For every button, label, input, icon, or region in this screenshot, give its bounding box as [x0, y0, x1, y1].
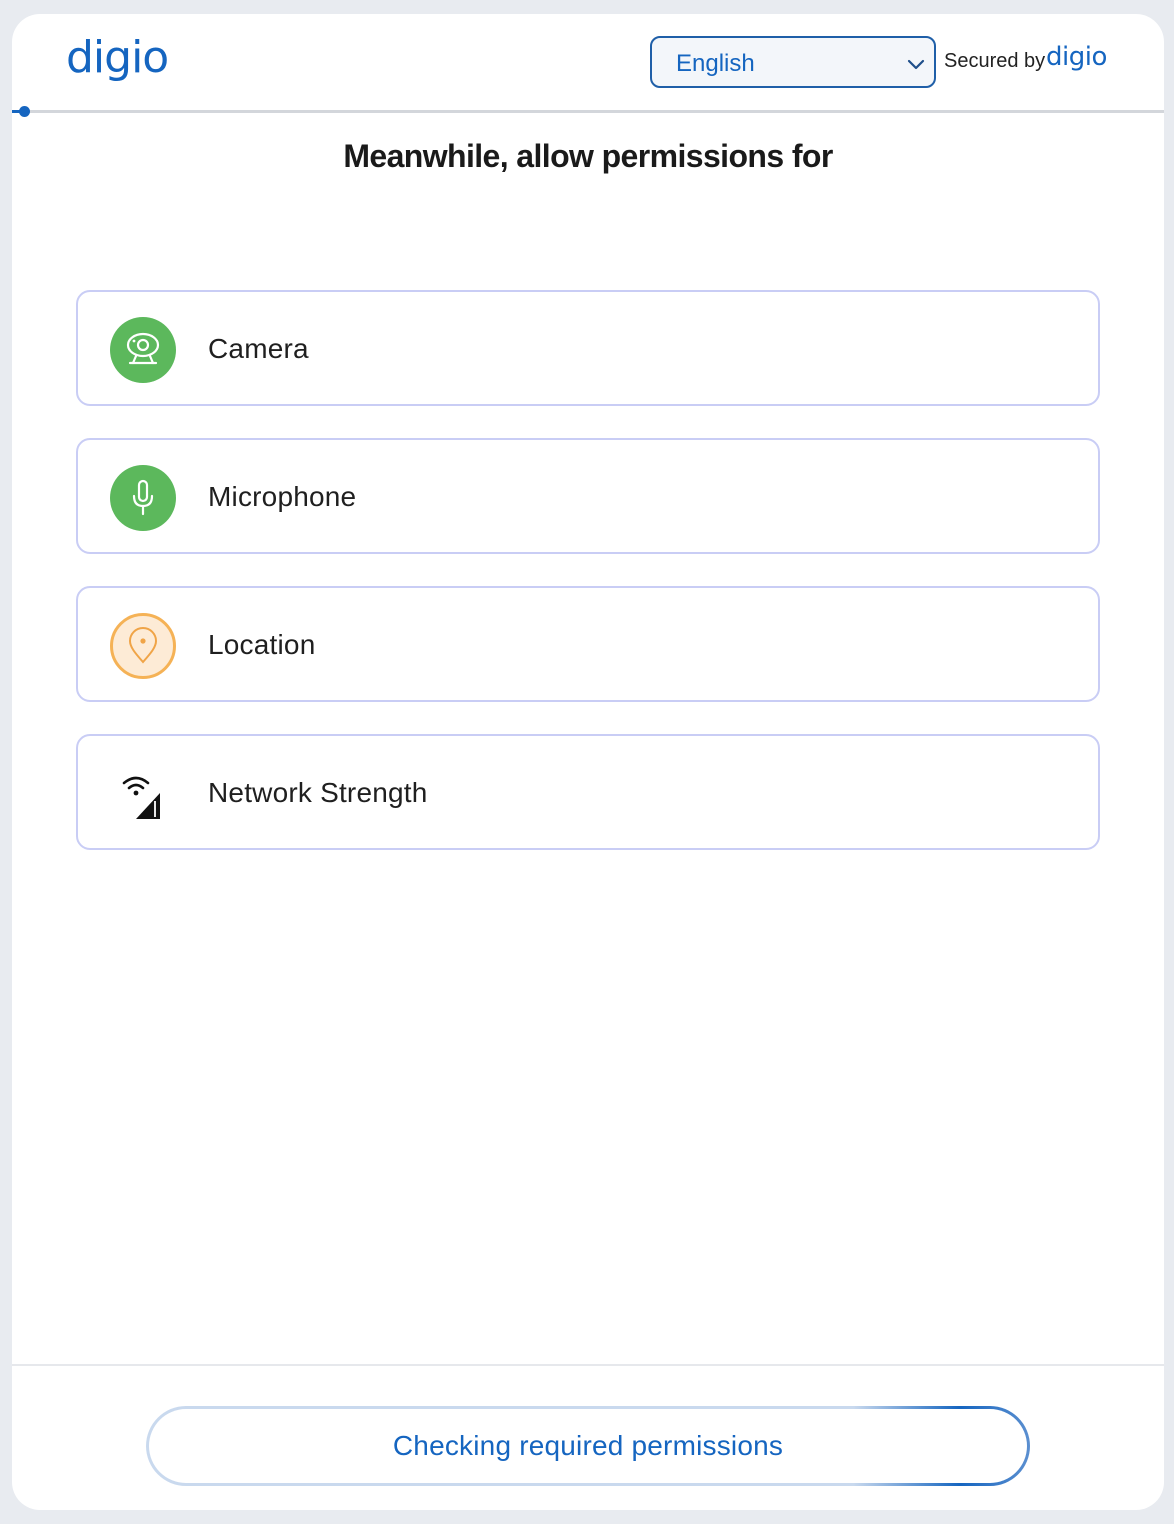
footer-divider — [12, 1364, 1164, 1366]
permission-list: Camera Microphone Location Network Stren… — [76, 290, 1100, 882]
webcam-icon — [110, 317, 176, 383]
progress-track — [12, 110, 1164, 113]
checking-permissions-button-inner: Checking required permissions — [149, 1409, 1027, 1483]
permission-row-camera: Camera — [76, 290, 1100, 406]
permissions-card: digio English Secured by digio Meanwhile… — [12, 14, 1164, 1510]
permission-row-network-strength: Network Strength — [76, 734, 1100, 850]
header: digio English Secured by digio — [12, 14, 1164, 110]
secured-by-digio-logo: digio — [1046, 42, 1107, 72]
checking-permissions-button[interactable]: Checking required permissions — [146, 1406, 1030, 1486]
chevron-down-icon — [904, 52, 928, 76]
permission-row-microphone: Microphone — [76, 438, 1100, 554]
page-title: Meanwhile, allow permissions for — [343, 138, 833, 174]
secured-by-label: Secured by — [944, 50, 1046, 72]
checking-permissions-button-label: Checking required permissions — [392, 1430, 784, 1461]
language-select[interactable]: English — [650, 36, 936, 88]
microphone-icon — [110, 465, 176, 531]
location-pin-icon — [110, 613, 176, 679]
progress-indicator-dot — [19, 106, 30, 117]
permission-row-location: Location — [76, 586, 1100, 702]
language-select-value: English — [676, 50, 755, 77]
permission-label: Network Strength — [208, 777, 428, 808]
permission-label: Microphone — [208, 481, 357, 512]
permission-label: Camera — [208, 333, 309, 364]
digio-logo: digio — [66, 32, 169, 83]
network-signal-icon — [110, 761, 176, 827]
permission-label: Location — [208, 629, 316, 660]
